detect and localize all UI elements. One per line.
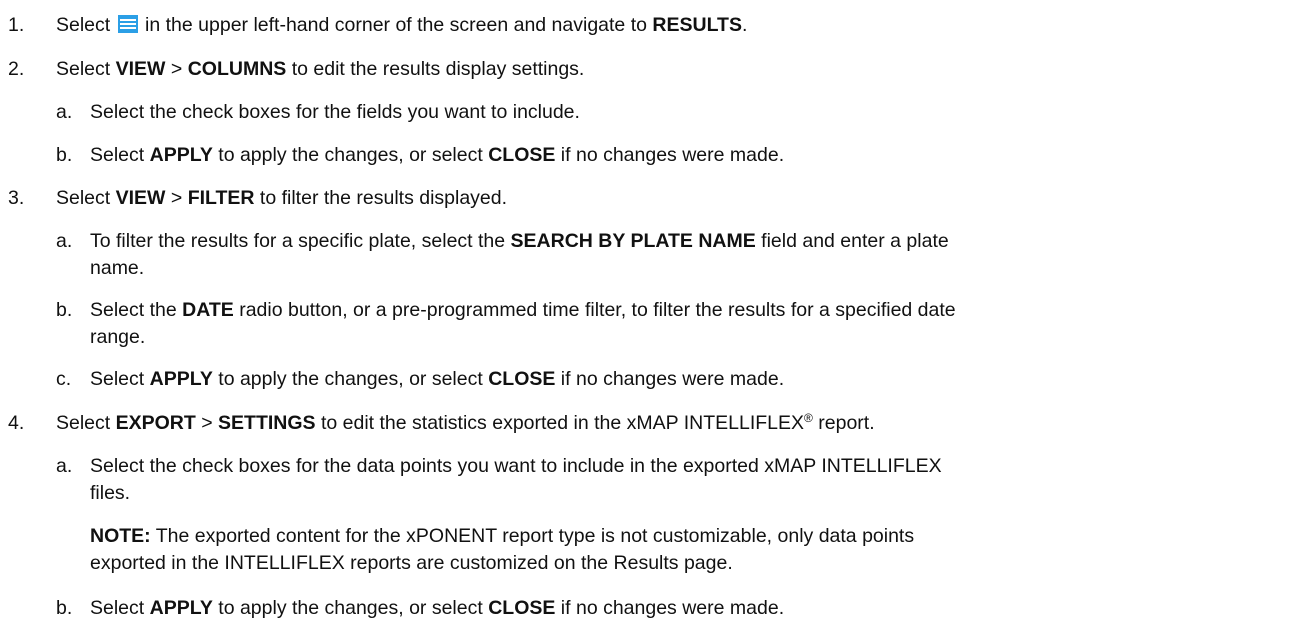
substep-text: field and enter a plate <box>755 230 949 252</box>
step-keyword: DATE <box>182 299 234 321</box>
substep-text: to apply the changes, or select <box>212 368 489 390</box>
substep-text: Select the check boxes for the fields yo… <box>90 101 580 123</box>
step-keyword: CLOSE <box>488 597 556 619</box>
step-keyword: APPLY <box>149 368 213 390</box>
step-text: . <box>741 14 748 36</box>
step-keyword: RESULTS <box>652 14 742 36</box>
substep-letter: c. <box>56 368 72 390</box>
substep-text: Select <box>90 597 150 619</box>
step-text: in the upper left-hand corner of the scr… <box>139 14 653 36</box>
step-keyword: COLUMNS <box>187 58 287 80</box>
step-text: to edit the statistics exported in the x… <box>315 412 805 434</box>
substep-text: name. <box>90 257 145 279</box>
substep-text: Select the check boxes for the data poin… <box>90 455 942 477</box>
substep-text: radio button, or a pre-programmed time f… <box>233 299 956 321</box>
substep-text: if no changes were made. <box>555 144 785 166</box>
step-keyword: VIEW <box>115 58 166 80</box>
step-keyword: APPLY <box>149 144 213 166</box>
step-keyword: APPLY <box>149 597 213 619</box>
step-keyword: EXPORT <box>115 412 196 434</box>
substep-text: files. <box>90 482 131 504</box>
step-number: 4. <box>8 412 25 434</box>
step-keyword: FILTER <box>187 187 255 209</box>
step-text: Select <box>56 412 116 434</box>
substep-letter: a. <box>56 230 73 252</box>
substep-text: Select the <box>90 299 183 321</box>
step-text: report. <box>812 412 875 434</box>
substep-text: to apply the changes, or select <box>212 144 489 166</box>
substep-letter: b. <box>56 144 73 166</box>
substep-text: if no changes were made. <box>555 597 785 619</box>
step-number: 2. <box>8 58 25 80</box>
registered-mark: ® <box>804 411 813 425</box>
substep-letter: a. <box>56 101 73 123</box>
step-keyword: CLOSE <box>488 368 556 390</box>
substep-letter: b. <box>56 597 73 619</box>
note-label: NOTE: <box>90 525 151 547</box>
step-keyword: SETTINGS <box>218 412 316 434</box>
substep-text: range. <box>90 326 146 348</box>
step-text: Select <box>56 187 116 209</box>
substep-text: Select <box>90 368 150 390</box>
step-text: to filter the results displayed. <box>254 187 508 209</box>
substep-text: To filter the results for a specific pla… <box>90 230 511 252</box>
step-keyword: SEARCH BY PLATE NAME <box>510 230 756 252</box>
substep-text: Select <box>90 144 150 166</box>
substep-text: if no changes were made. <box>555 368 785 390</box>
note-text: The exported content for the xPONENT rep… <box>150 525 915 547</box>
step-text: > <box>195 412 219 434</box>
step-keyword: CLOSE <box>488 144 556 166</box>
substep-text: to apply the changes, or select <box>212 597 489 619</box>
step-text: > <box>165 58 188 80</box>
menu-icon <box>117 15 138 33</box>
step-text: Select <box>56 58 116 80</box>
substep-letter: a. <box>56 455 73 477</box>
step-text: to edit the results display settings. <box>286 58 585 80</box>
step-number: 1. <box>8 14 25 36</box>
step-keyword: VIEW <box>115 187 166 209</box>
step-text: > <box>165 187 188 209</box>
substep-letter: b. <box>56 299 73 321</box>
step-number: 3. <box>8 187 25 209</box>
step-text: Select <box>56 14 116 36</box>
note-text: exported in the INTELLIFLEX reports are … <box>90 552 733 574</box>
